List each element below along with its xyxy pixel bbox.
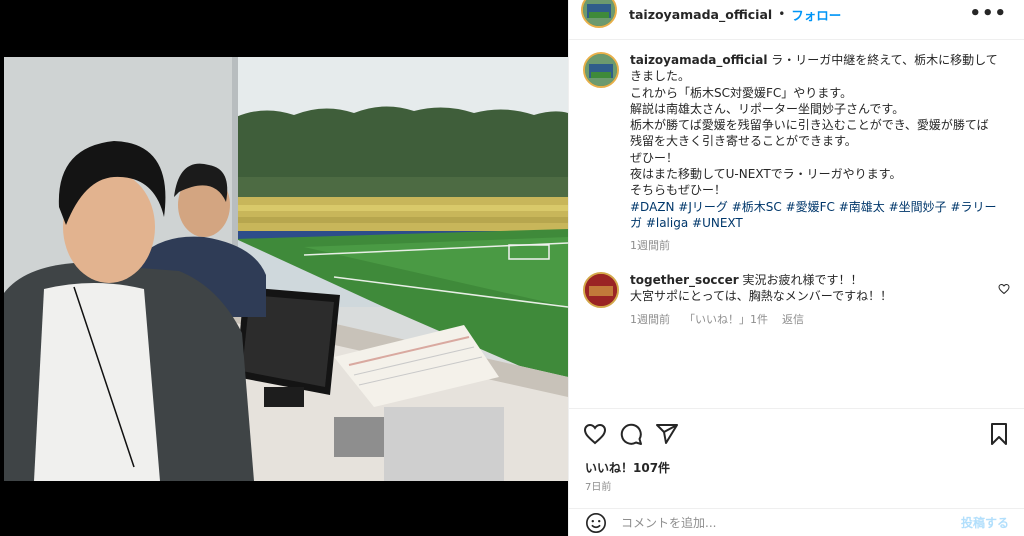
caption-text: ラ・リーガ中継を終えて、栃木に移動してきました。 これから「栃木SC対愛媛FC」… xyxy=(630,53,998,198)
post-media xyxy=(0,0,568,536)
post-comment-button[interactable]: 投稿する xyxy=(961,514,1009,531)
comment-icon[interactable] xyxy=(619,422,643,446)
post-panel: taizoyamada_official • フォロー ••• taizoyam… xyxy=(568,0,1024,536)
comment-avatar[interactable] xyxy=(583,272,619,308)
more-options-icon[interactable]: ••• xyxy=(969,3,1007,24)
caption-hashtags[interactable]: #DAZN #Jリーグ #栃木SC #愛媛FC #南雄太 #坐間妙子 #ラリーガ… xyxy=(630,200,997,230)
header-divider xyxy=(569,39,1024,40)
separator-dot: • xyxy=(778,7,786,21)
like-icon[interactable] xyxy=(583,422,607,446)
avatar[interactable] xyxy=(581,0,617,28)
caption-body: taizoyamada_official ラ・リーガ中継を終えて、栃木に移動して… xyxy=(630,52,1000,271)
comment-composer: 投稿する xyxy=(569,508,1024,536)
bookmark-icon[interactable] xyxy=(987,422,1011,446)
comment-time[interactable]: 1週間前 xyxy=(630,312,670,328)
comment-likes[interactable]: 「いいね！」1件 xyxy=(684,312,768,328)
comment-username[interactable]: together_soccer xyxy=(630,273,739,287)
share-icon[interactable] xyxy=(655,422,679,446)
caption-time[interactable]: 1週間前 xyxy=(630,238,1000,254)
comment-input[interactable] xyxy=(621,515,941,530)
action-bar xyxy=(583,422,1011,446)
avatar-image xyxy=(585,54,617,86)
follow-button[interactable]: フォロー xyxy=(791,5,841,24)
caption-username[interactable]: taizoyamada_official xyxy=(630,53,767,67)
broadcast-booth-image xyxy=(4,57,568,481)
comment-like-icon[interactable] xyxy=(998,283,1010,295)
caption: taizoyamada_official ラ・リーガ中継を終えて、栃木に移動して… xyxy=(583,52,1013,271)
post-header: taizoyamada_official • フォロー ••• xyxy=(569,0,1024,28)
comment-body: together_soccer 実況お疲れ様です！！ 大宮サポにとっては、胸熱な… xyxy=(630,272,990,328)
instagram-post-window: taizoyamada_official • フォロー ••• taizoyam… xyxy=(0,0,1024,536)
comment-meta: 1週間前 「いいね！」1件 返信 xyxy=(630,312,990,328)
emoji-icon[interactable] xyxy=(585,512,607,534)
comment-item: together_soccer 実況お疲れ様です！！ 大宮サポにとっては、胸熱な… xyxy=(583,272,1013,328)
post-username[interactable]: taizoyamada_official xyxy=(629,7,772,22)
post-date: 7日前 xyxy=(585,482,612,493)
post-photo[interactable] xyxy=(4,57,568,481)
actions-divider xyxy=(569,408,1024,409)
likes-count[interactable]: いいね！107件 xyxy=(585,459,670,476)
avatar-image xyxy=(585,274,617,306)
reply-button[interactable]: 返信 xyxy=(782,312,804,328)
avatar-image xyxy=(583,0,615,26)
caption-avatar[interactable] xyxy=(583,52,619,88)
